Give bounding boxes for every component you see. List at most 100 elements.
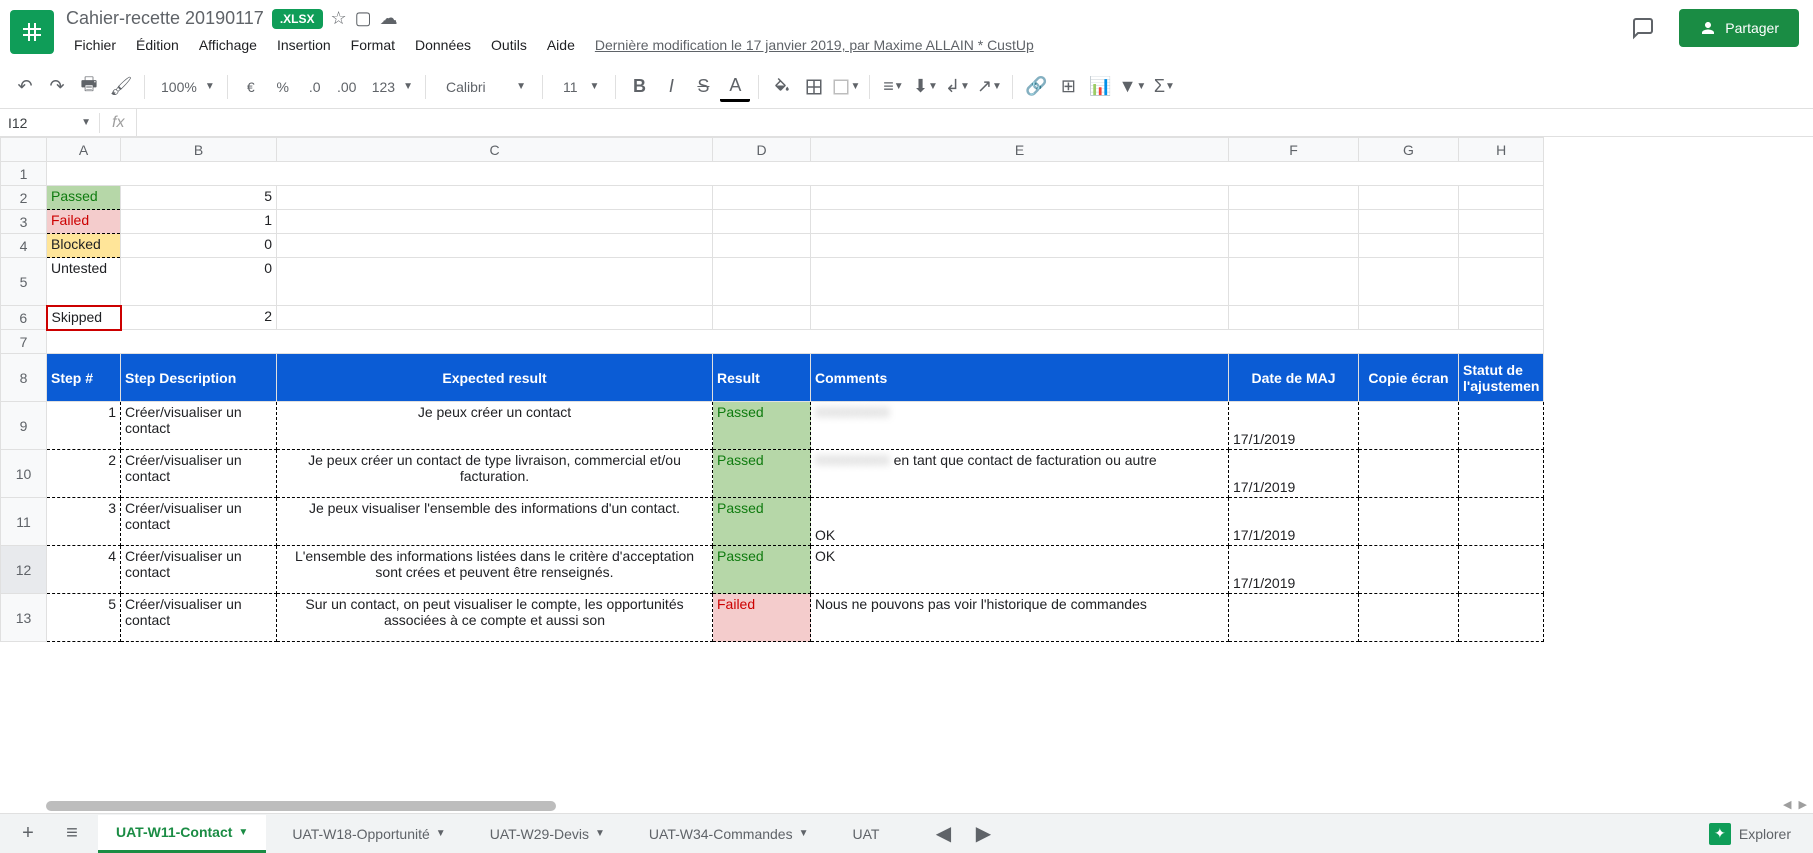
menu-insertion[interactable]: Insertion — [269, 33, 339, 57]
scroll-right-icon[interactable]: ▶ — [1799, 798, 1807, 811]
decrease-decimal-button[interactable]: .0 — [300, 72, 330, 102]
strikethrough-icon[interactable]: S — [688, 72, 718, 102]
last-modified[interactable]: Dernière modification le 17 janvier 2019… — [595, 37, 1034, 53]
row-header[interactable]: 4 — [1, 234, 47, 258]
h-align-icon[interactable]: ≡▼ — [878, 72, 908, 102]
row-header[interactable]: 10 — [1, 450, 47, 498]
row-header[interactable]: 13 — [1, 594, 47, 642]
cell[interactable]: Créer/visualiser un contact — [121, 594, 277, 642]
filter-icon[interactable]: ▼▼ — [1117, 72, 1147, 102]
menu-donnees[interactable]: Données — [407, 33, 479, 57]
header-date-maj[interactable]: Date de MAJ — [1229, 354, 1359, 402]
cell-passed-label[interactable]: Passed — [47, 186, 121, 210]
cell[interactable]: Créer/visualiser un contact — [121, 498, 277, 546]
cell[interactable] — [713, 234, 811, 258]
row-header[interactable]: 3 — [1, 210, 47, 234]
cell[interactable] — [277, 210, 713, 234]
star-icon[interactable]: ☆ — [331, 8, 347, 29]
cell-result[interactable]: Passed — [713, 450, 811, 498]
cell[interactable]: 0 — [121, 258, 277, 306]
name-box[interactable]: I12 ▼ — [0, 113, 100, 133]
cell[interactable]: Créer/visualiser un contact — [121, 546, 277, 594]
cell[interactable] — [1459, 498, 1544, 546]
horizontal-scrollbar[interactable] — [46, 801, 1783, 813]
cell-untested-label[interactable]: Untested — [47, 258, 121, 306]
cloud-icon[interactable]: ☁ — [380, 8, 398, 29]
cell[interactable]: Je peux visualiser l'ensemble des inform… — [277, 498, 713, 546]
formula-input[interactable] — [136, 109, 1813, 136]
cell[interactable] — [811, 234, 1229, 258]
row-header[interactable]: 1 — [1, 162, 47, 186]
cell-result[interactable]: Passed — [713, 402, 811, 450]
comments-icon[interactable] — [1623, 8, 1663, 48]
cell-failed-label[interactable]: Failed — [47, 210, 121, 234]
text-color-icon[interactable]: A — [720, 72, 750, 102]
cell[interactable] — [811, 186, 1229, 210]
row-header[interactable]: 9 — [1, 402, 47, 450]
cell[interactable]: 1 — [47, 402, 121, 450]
cell[interactable]: 17/1/2019 — [1229, 450, 1359, 498]
cell[interactable]: 17/1/2019 — [1229, 498, 1359, 546]
row-header[interactable]: 11 — [1, 498, 47, 546]
add-sheet-button[interactable]: + — [10, 816, 46, 852]
zoom-select[interactable]: 100% ▼ — [153, 79, 219, 95]
header-comments[interactable]: Comments — [811, 354, 1229, 402]
sheet-grid[interactable]: A B C D E F G H 1 2 Passed 5 3 Failed 1 … — [0, 137, 1813, 810]
cell[interactable] — [1359, 306, 1459, 330]
header-statut[interactable]: Statut de l'ajustemen — [1459, 354, 1544, 402]
cell-blocked-label[interactable]: Blocked — [47, 234, 121, 258]
number-format-select[interactable]: 123 ▼ — [364, 79, 417, 95]
cell-result[interactable]: Failed — [713, 594, 811, 642]
header-expected[interactable]: Expected result — [277, 354, 713, 402]
col-header-h[interactable]: H — [1459, 138, 1544, 162]
sheet-tab[interactable]: UAT-W18-Opportunité▼ — [274, 815, 463, 853]
cell[interactable]: Je peux créer un contact de type livrais… — [277, 450, 713, 498]
cell[interactable]: Sur un contact, on peut visualiser le co… — [277, 594, 713, 642]
tabs-prev-icon[interactable]: ◀ — [925, 816, 961, 852]
cell[interactable] — [1459, 210, 1544, 234]
cell[interactable]: 4 — [47, 546, 121, 594]
cell[interactable] — [1459, 186, 1544, 210]
cell[interactable] — [277, 234, 713, 258]
cell[interactable]: 1 — [121, 210, 277, 234]
cell[interactable]: OK — [811, 546, 1229, 594]
fill-color-icon[interactable] — [767, 72, 797, 102]
header-copie[interactable]: Copie écran — [1359, 354, 1459, 402]
scroll-left-icon[interactable]: ◀ — [1783, 798, 1791, 811]
menu-format[interactable]: Format — [343, 33, 403, 57]
row-header[interactable]: 12 — [1, 546, 47, 594]
header-step-no[interactable]: Step # — [47, 354, 121, 402]
cell[interactable] — [811, 258, 1229, 306]
cell-result[interactable]: Passed — [713, 546, 811, 594]
row-header[interactable]: 6 — [1, 306, 47, 330]
explorer-button[interactable]: ✦ Explorer — [1709, 823, 1803, 845]
cell[interactable] — [47, 162, 1544, 186]
cell[interactable] — [713, 186, 811, 210]
row-header[interactable]: 7 — [1, 330, 47, 354]
cell[interactable] — [1359, 210, 1459, 234]
menu-aide[interactable]: Aide — [539, 33, 583, 57]
cell[interactable] — [277, 186, 713, 210]
cell[interactable] — [713, 210, 811, 234]
cell[interactable] — [1359, 594, 1459, 642]
sheet-tab[interactable]: UAT-W29-Devis▼ — [472, 815, 623, 853]
sheet-tab[interactable]: UAT-W34-Commandes▼ — [631, 815, 827, 853]
cell[interactable] — [1359, 546, 1459, 594]
cell[interactable] — [277, 258, 713, 306]
paint-format-icon[interactable]: 🖌 — [106, 72, 136, 102]
cell[interactable]: Je peux créer un contact — [277, 402, 713, 450]
cell[interactable] — [1359, 498, 1459, 546]
cell[interactable] — [811, 306, 1229, 330]
cell-skipped-label[interactable]: Skipped — [47, 306, 121, 330]
cell[interactable]: Nous ne pouvons pas voir l'historique de… — [811, 594, 1229, 642]
redo-icon[interactable]: ↷ — [42, 72, 72, 102]
cell[interactable]: 3 — [47, 498, 121, 546]
print-icon[interactable]: 🖶 — [74, 72, 104, 102]
cell[interactable] — [1359, 234, 1459, 258]
doc-title[interactable]: Cahier-recette 20190117 — [66, 8, 264, 29]
font-size-select[interactable]: 11 ▼ — [551, 79, 607, 95]
cell[interactable] — [1459, 234, 1544, 258]
row-header[interactable]: 5 — [1, 258, 47, 306]
cell[interactable] — [1459, 546, 1544, 594]
chart-icon[interactable]: 📊 — [1085, 72, 1115, 102]
